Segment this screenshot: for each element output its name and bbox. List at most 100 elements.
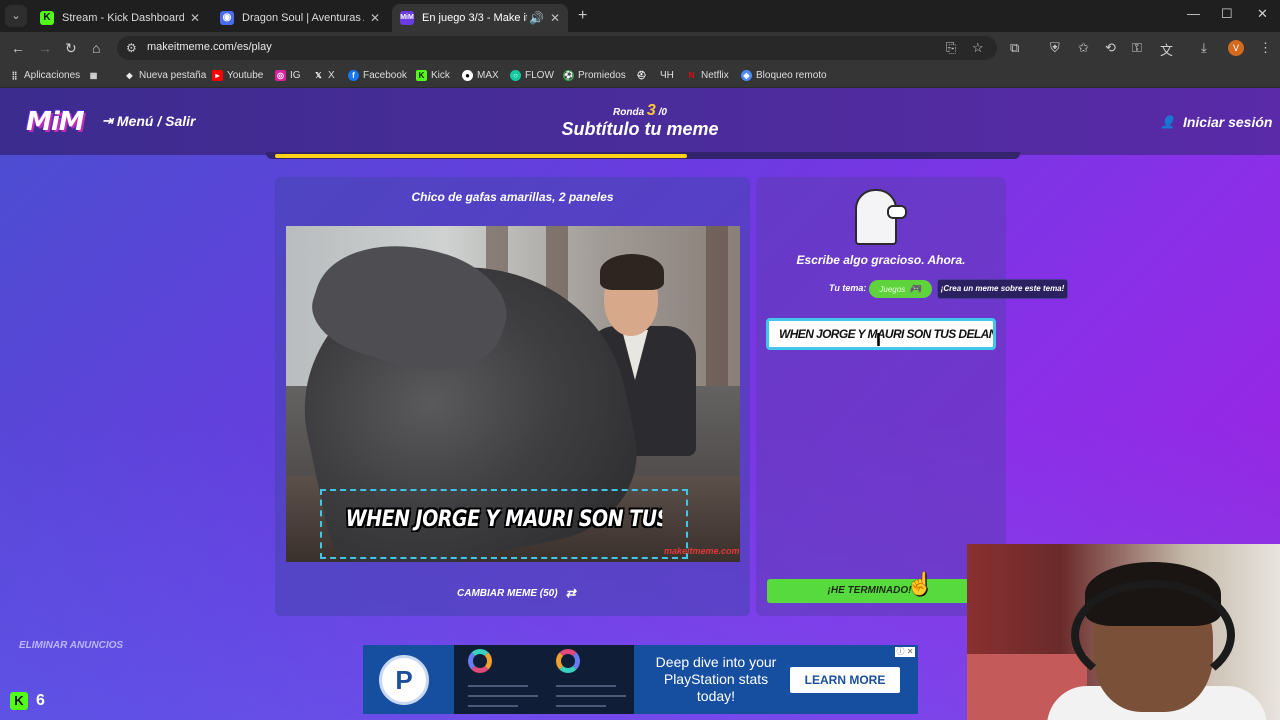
tab-search-button[interactable]: ⌄ — [5, 5, 27, 27]
bookmark-promiedos[interactable]: ⚽ Promiedos — [563, 70, 626, 81]
more-menu-icon[interactable]: ⋮ — [1259, 40, 1272, 56]
ad-line — [556, 695, 626, 697]
bookmark-grid[interactable]: ▦ — [88, 70, 103, 81]
profile-avatar[interactable]: V — [1228, 40, 1244, 56]
bookmark-aplicaciones[interactable]: ⣿ Aplicaciones — [9, 70, 81, 81]
bookmark-star-icon[interactable]: ☆ — [972, 40, 984, 56]
netflix-icon: N — [688, 71, 695, 80]
back-icon[interactable]: ← — [11, 40, 25, 56]
lock-icon: ◈ — [741, 70, 752, 81]
kick-icon: K — [40, 11, 54, 25]
bookmark-netflix[interactable]: N Netflix — [686, 70, 729, 81]
ad-learn-more-button[interactable]: LEARN MORE — [790, 667, 900, 693]
meme-template-name: Chico de gafas amarillas, 2 paneles — [411, 190, 614, 204]
done-button[interactable]: ¡HE TERMINADO! — [767, 579, 972, 603]
ad-logo: P — [379, 655, 429, 705]
ad-line — [468, 685, 528, 687]
close-icon[interactable]: ✕ — [370, 11, 380, 25]
bookmark-ch[interactable]: ЧН — [660, 70, 674, 81]
bookmark-flow[interactable]: ○ FLOW — [510, 70, 554, 81]
history-icon[interactable]: ⟲ — [1105, 40, 1116, 56]
window-frame — [706, 226, 728, 386]
ad-chart-ring — [556, 649, 580, 673]
install-app-icon[interactable]: ⎘ — [946, 40, 956, 56]
tab-kick-dashboard[interactable]: K Stream - Kick Dashboard ✕ — [32, 4, 208, 32]
flow-icon: ○ — [510, 70, 521, 81]
hat-icon: ⛑ — [636, 71, 647, 80]
ad-line — [468, 705, 518, 707]
swap-icon: ⇄ — [565, 586, 576, 600]
tab-dragon-soul[interactable]: ◉ Dragon Soul | Aventuras An ✕ — [212, 4, 388, 32]
reload-icon[interactable]: ↻ — [65, 40, 77, 57]
bookmark-bloqueo-remoto[interactable]: ◈ Bloqueo remoto — [741, 70, 827, 81]
login-button[interactable]: 👤 Iniciar sesión — [1160, 114, 1272, 130]
bookmark-max[interactable]: ● MAX — [462, 70, 499, 81]
youtube-icon: ▸ — [212, 70, 223, 81]
new-tab-button[interactable]: + — [578, 7, 587, 25]
close-window-icon[interactable]: ✕ — [1257, 6, 1268, 22]
minimize-icon[interactable]: — — [1187, 6, 1200, 21]
url-text[interactable]: makeitmeme.com/es/play — [147, 41, 272, 53]
tab-make-it-meme[interactable]: MiM En juego 3/3 - Make it Mem 🔊 ✕ — [392, 4, 568, 32]
round-indicator: Ronda 3 /0 — [613, 102, 667, 119]
mascot-snout — [887, 205, 907, 219]
theme-label: Tu tema: — [829, 283, 867, 293]
password-icon[interactable]: ⚿ — [1132, 40, 1142, 56]
round-progress-bar — [266, 152, 1020, 159]
speaker-icon[interactable]: 🔊 — [529, 11, 544, 25]
close-icon[interactable]: ✕ — [550, 11, 560, 25]
promiedos-icon: ⚽ — [563, 70, 574, 81]
ad-line — [468, 695, 538, 697]
grid-icon: ▦ — [89, 71, 98, 80]
remove-ads-link[interactable]: ELIMINAR ANUNCIOS — [19, 640, 123, 651]
maximize-icon[interactable]: ☐ — [1221, 6, 1233, 22]
bookmark-x[interactable]: 𝕏X — [313, 70, 334, 81]
prompt-text: Escribe algo gracioso. Ahora. — [796, 253, 966, 267]
kick-icon: K — [416, 70, 427, 81]
ad-headline: Deep dive into your PlayStation stats to… — [655, 654, 777, 704]
text-cursor-icon: I — [876, 330, 882, 350]
ad-info-icon[interactable]: ⓘ ✕ — [895, 647, 915, 657]
bookmark-youtube[interactable]: ▸ Youtube — [212, 70, 263, 81]
advertisement-banner[interactable]: P Deep dive into your PlayStation stats … — [363, 645, 918, 714]
site-info-icon[interactable]: ⚙ — [126, 41, 137, 55]
theme-badge: Juegos 🎮 — [869, 280, 932, 298]
hand-cursor-icon: ☝ — [906, 571, 934, 596]
tab-icon: ◆ — [126, 71, 133, 80]
instagram-icon: ◎ — [275, 70, 286, 81]
kick-viewer-counter: K 6 — [10, 692, 45, 710]
mim-logo[interactable]: MiM — [26, 107, 85, 137]
ad-chart-ring — [468, 649, 492, 673]
viewer-count: 6 — [36, 692, 45, 709]
home-icon[interactable]: ⌂ — [92, 40, 100, 56]
bookmark-kick[interactable]: K Kick — [416, 70, 450, 81]
meme-man-hair — [600, 254, 664, 290]
meme-caption: WHEN JORGE Y MAURI SON TUS DELANT — [345, 507, 662, 532]
download-icon[interactable]: ⤓ — [1201, 40, 1207, 56]
translate-icon[interactable]: 文 — [1160, 40, 1173, 59]
menu-exit-button[interactable]: ⇥ Menú / Salir — [102, 113, 195, 129]
facebook-icon: f — [348, 70, 359, 81]
mascot-icon — [855, 189, 907, 245]
page-title: Subtítulo tu meme — [561, 119, 719, 139]
extensions-icon[interactable]: ⧉ — [1010, 40, 1019, 56]
round-progress-fill — [275, 154, 687, 158]
forward-icon[interactable]: → — [38, 40, 52, 56]
max-icon: ● — [462, 70, 473, 81]
x-icon: 𝕏 — [315, 71, 322, 80]
ad-line — [556, 685, 616, 687]
close-icon[interactable]: ✕ — [190, 11, 200, 25]
exit-icon: ⇥ — [102, 113, 113, 128]
bookmark-hat[interactable]: ⛑ — [636, 70, 651, 81]
change-meme-button[interactable]: CAMBIAR MEME (50) ⇄ — [457, 586, 576, 600]
ad-screenshot — [454, 645, 634, 714]
mim-icon: MiM — [400, 11, 414, 25]
extension-shield-icon[interactable]: ⛨ — [1050, 40, 1060, 56]
bookmark-nueva-pestana[interactable]: ◆ Nueva pestaña — [124, 70, 206, 81]
bookmark-ig[interactable]: ◎ IG — [275, 70, 301, 81]
webcam-overlay — [967, 544, 1280, 720]
bookmark-facebook[interactable]: f Facebook — [348, 70, 407, 81]
favorites-icon[interactable]: ✩ — [1078, 40, 1089, 56]
headset-icon — [1071, 580, 1235, 690]
gamepad-icon: 🎮 — [909, 283, 922, 295]
